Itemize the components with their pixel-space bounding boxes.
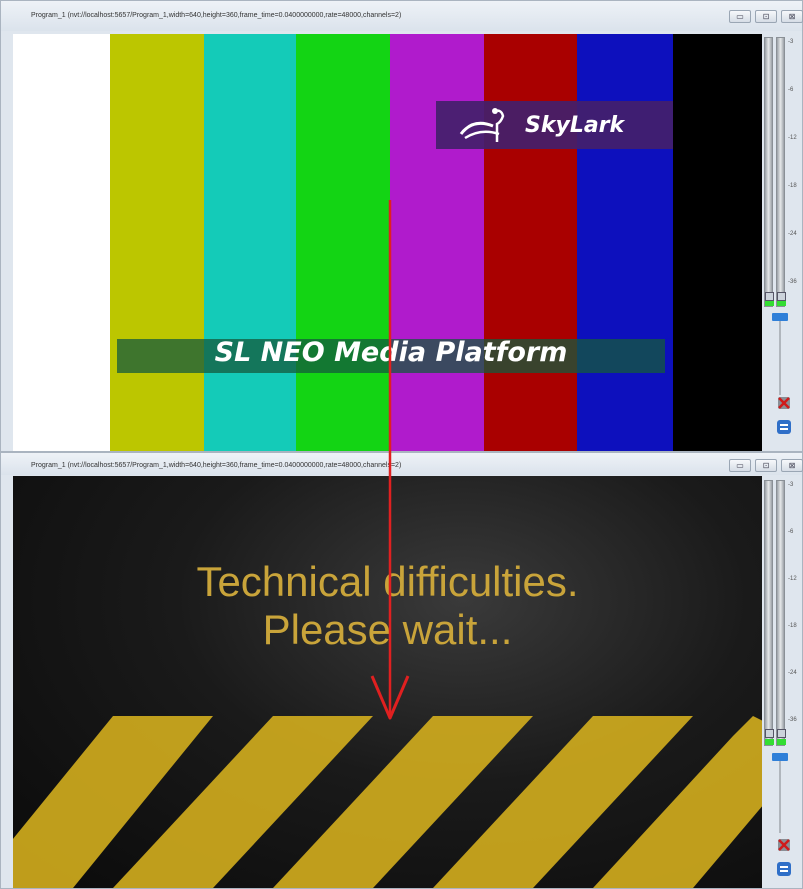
program-window-bottom: Program_1 (nvt://localhost:5657/Program_…: [0, 452, 803, 889]
meter-scale-label: -18: [788, 183, 797, 189]
color-bar: [110, 34, 204, 451]
restore-icon: ⊡: [762, 461, 770, 470]
window-title: Program_1 (nvt://localhost:5657/Program_…: [31, 12, 402, 19]
titlebar-top[interactable]: Program_1 (nvt://localhost:5657/Program_…: [1, 1, 803, 31]
close-icon: ⊠: [788, 12, 796, 21]
meter-scale-label: -6: [788, 87, 794, 93]
logo-text: SkyLark: [525, 113, 625, 138]
meter-scale-label: -36: [788, 279, 797, 285]
stack-icon[interactable]: [776, 861, 792, 877]
restore-button[interactable]: ⊡: [755, 459, 777, 472]
meter-scale-label: -3: [788, 482, 794, 488]
stack-icon[interactable]: [776, 419, 792, 435]
meter-scale-label: -3: [788, 39, 794, 45]
meter-toggle-icon[interactable]: [765, 292, 774, 301]
color-bar: [673, 34, 762, 451]
message-line-2: Please wait...: [262, 606, 513, 653]
close-icon: ⊠: [788, 461, 796, 470]
color-bar: [484, 34, 577, 451]
meter-channel-left: [764, 480, 774, 746]
slider-thumb[interactable]: [772, 753, 788, 761]
hazard-stripes: [13, 716, 762, 888]
minimize-icon: ▭: [736, 12, 744, 21]
minimize-button[interactable]: ▭: [729, 459, 751, 472]
mute-icon[interactable]: [776, 837, 792, 853]
meter-channel-right: [776, 480, 786, 746]
color-bar: [577, 34, 673, 451]
meter-scale-label: -36: [788, 717, 797, 723]
meter-toggle-icon[interactable]: [777, 729, 786, 738]
skylark-logo-icon: [459, 108, 505, 142]
slider-rail: [779, 753, 781, 833]
meter-scale-label: -24: [788, 231, 797, 237]
volume-slider[interactable]: [772, 313, 788, 395]
volume-slider[interactable]: [772, 753, 788, 833]
meter-toggle-icon[interactable]: [777, 292, 786, 301]
minimize-button[interactable]: ▭: [729, 10, 751, 23]
audio-level-meter: -3 -6 -12 -18 -24 -36: [764, 37, 797, 307]
video-preview-colorbars: SkyLark SL NEO Media Platform: [13, 34, 762, 451]
meter-channel-right: [776, 37, 786, 307]
meter-scale-label: -12: [788, 576, 797, 582]
color-bar: [390, 34, 484, 451]
video-preview-technical-difficulties: Technical difficulties. Please wait...: [13, 476, 762, 888]
color-bar: [13, 34, 110, 451]
restore-button[interactable]: ⊡: [755, 10, 777, 23]
meter-toggle-icon[interactable]: [765, 729, 774, 738]
slider-thumb[interactable]: [772, 313, 788, 321]
restore-icon: ⊡: [762, 12, 770, 21]
audio-level-meter: -3 -6 -12 -18 -24 -36: [764, 480, 797, 746]
color-bar: [204, 34, 296, 451]
titlebar-bottom[interactable]: Program_1 (nvt://localhost:5657/Program_…: [1, 453, 803, 475]
meter-scale-label: -6: [788, 529, 794, 535]
meter-scale-label: -18: [788, 623, 797, 629]
message-line-1: Technical difficulties.: [196, 558, 579, 605]
meter-scale-label: -24: [788, 670, 797, 676]
mute-icon[interactable]: [776, 395, 792, 411]
meter-scale-label: -12: [788, 135, 797, 141]
meter-channel-left: [764, 37, 774, 307]
color-bar: [296, 34, 390, 451]
close-button[interactable]: ⊠: [781, 459, 803, 472]
slider-rail: [779, 313, 781, 395]
banner-text: SL NEO Media Platform: [214, 337, 568, 368]
program-window-top: Program_1 (nvt://localhost:5657/Program_…: [0, 0, 803, 452]
close-button[interactable]: ⊠: [781, 10, 803, 23]
minimize-icon: ▭: [736, 461, 744, 470]
window-title: Program_1 (nvt://localhost:5657/Program_…: [31, 462, 402, 469]
